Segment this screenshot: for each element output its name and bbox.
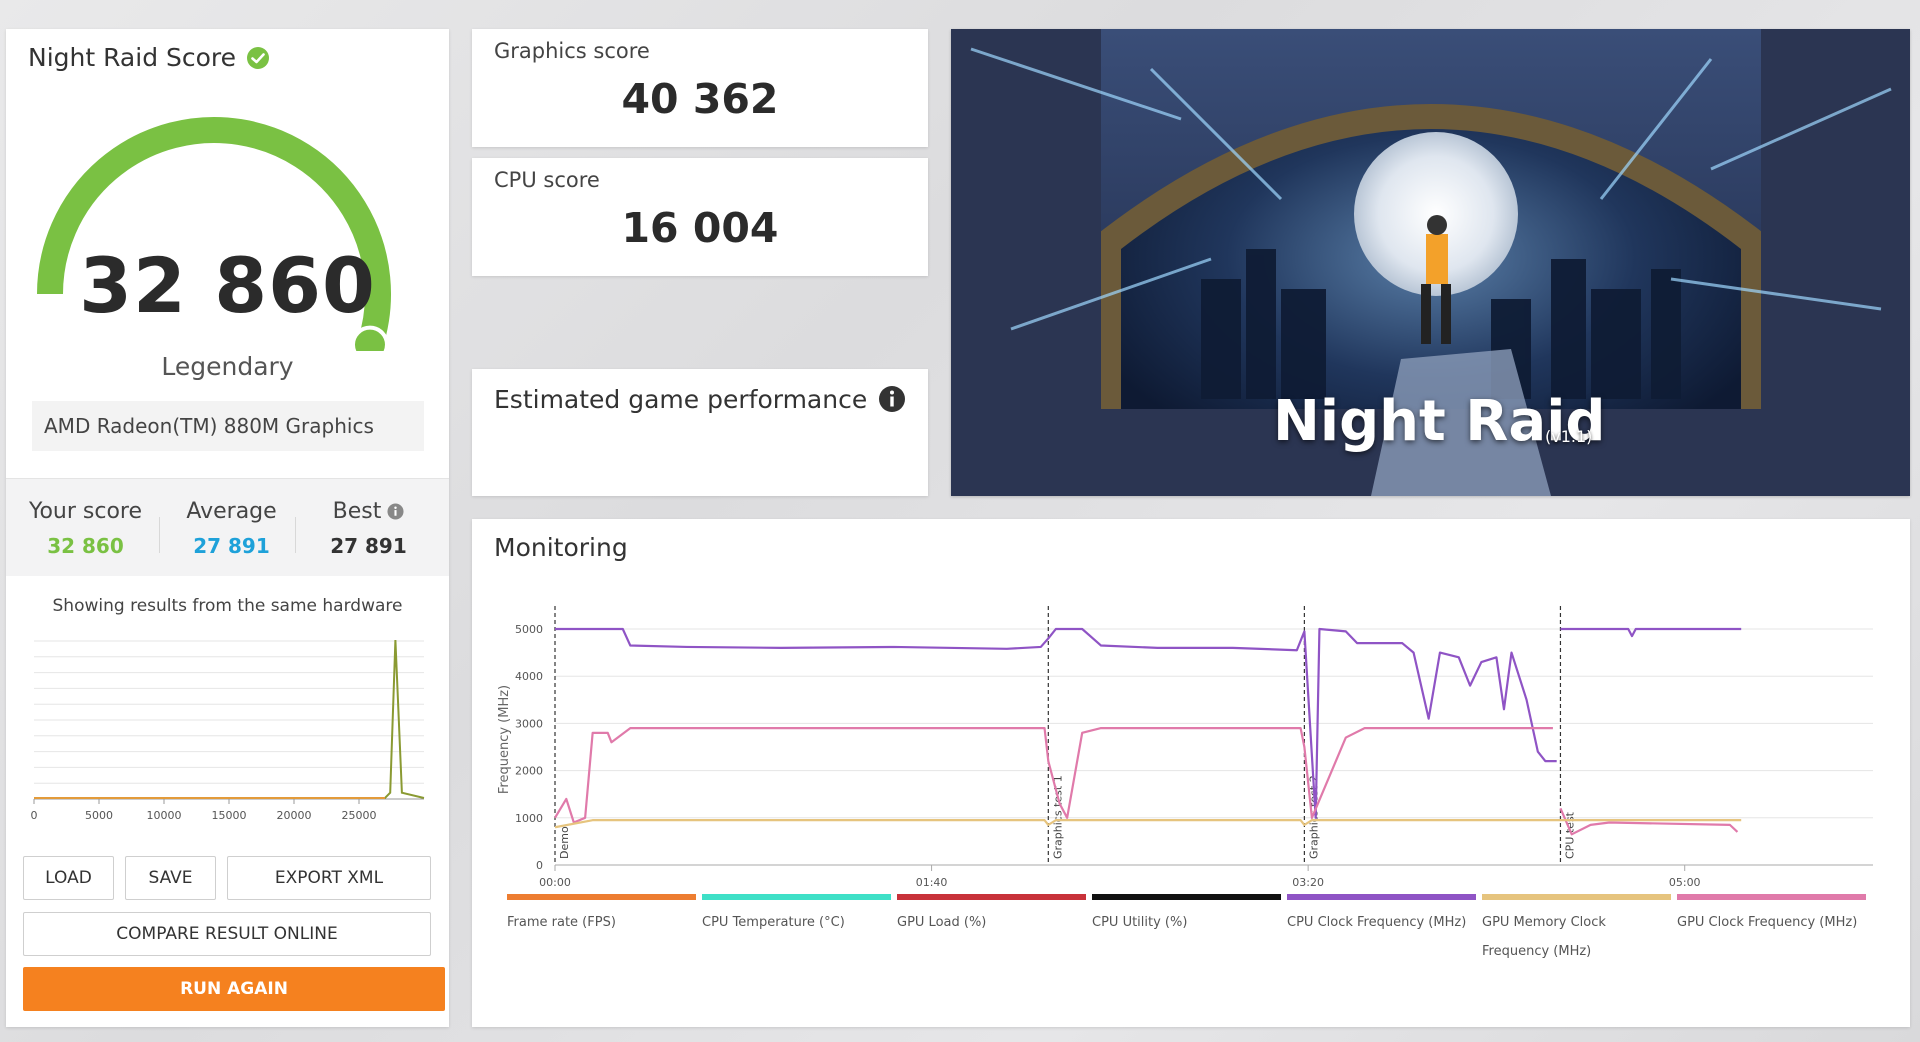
legend-item[interactable]: GPU Memory Clock Frequency (MHz): [1482, 894, 1677, 966]
separator: [159, 517, 160, 553]
cpu-score-value: 16 004: [621, 204, 779, 252]
cpu-score-card: CPU score 16 004: [472, 158, 928, 276]
series-line: [1559, 807, 1739, 836]
best-score-label: Best: [332, 499, 382, 524]
gauge-knob: [350, 325, 389, 351]
graphics-score-value: 40 362: [621, 75, 779, 123]
x-tick-label: 00:00: [539, 876, 571, 889]
best-score-value: 27 891: [330, 534, 407, 558]
best-score-label-row: Best: [311, 499, 426, 524]
legend-swatch: [507, 894, 696, 900]
main-score: 32 860: [79, 241, 376, 330]
legend-item[interactable]: CPU Utility (%): [1092, 894, 1287, 966]
estimated-game-performance-card: Estimated game performance: [472, 369, 928, 496]
monitoring-chart: 0 1000 2000 3000 4000 5000 Frequency (MHz) 00:0…: [497, 606, 1873, 889]
y-axis-label: Frequency (MHz): [497, 685, 512, 794]
your-score-col: Your score 32 860: [28, 499, 143, 558]
rank-label: Legendary: [161, 352, 294, 381]
cpu-score-label: CPU score: [494, 168, 600, 192]
legend-swatch: [1482, 894, 1671, 900]
x-tick-label: 03:20: [1292, 876, 1324, 889]
monitoring-panel: Monitoring 0 1000 2000 3000 4000 5000 Frequenc…: [472, 519, 1910, 1027]
check-circle-icon: [247, 46, 270, 69]
legend-item[interactable]: GPU Clock Frequency (MHz): [1677, 894, 1872, 966]
legend-label: GPU Clock Frequency (MHz): [1677, 915, 1858, 930]
score-panel: Night Raid Score 32 860 Legendary AMD Ra…: [6, 29, 449, 1027]
x-tick-label: 10000: [147, 809, 182, 822]
x-tick-label: 15000: [212, 809, 247, 822]
legend-swatch: [1287, 894, 1476, 900]
x-tick-label: 25000: [342, 809, 377, 822]
x-tick-label: 05:00: [1669, 876, 1701, 889]
monitoring-title: Monitoring: [494, 533, 628, 562]
x-tick-label: 0: [31, 809, 38, 822]
phase-marker-label: Demo: [558, 826, 571, 859]
average-score-value: 27 891: [193, 534, 270, 558]
score-comparison: Your score 32 860 Average 27 891 Best 27…: [6, 478, 449, 576]
legend-label: GPU Load (%): [897, 915, 987, 930]
legend-label: CPU Utility (%): [1092, 915, 1188, 930]
estimated-game-performance-title: Estimated game performance: [494, 385, 868, 414]
y-tick-label: 3000: [515, 717, 543, 730]
y-tick-label: 4000: [515, 670, 543, 683]
legend-label: Frame rate (FPS): [507, 915, 616, 930]
legend-item[interactable]: GPU Load (%): [897, 894, 1092, 966]
y-tick-label: 0: [536, 859, 543, 872]
score-title-row: Night Raid Score: [28, 43, 270, 72]
legend-item[interactable]: CPU Temperature (°C): [702, 894, 897, 966]
same-hardware-text: Showing results from the same hardware: [52, 596, 403, 616]
best-score-col: Best 27 891: [311, 499, 426, 558]
y-tick-label: 5000: [515, 623, 543, 636]
compare-result-online-button[interactable]: COMPARE RESULT ONLINE: [23, 912, 431, 956]
x-tick-label: 5000: [85, 809, 113, 822]
distribution-line: [34, 639, 425, 799]
export-xml-button[interactable]: EXPORT XML: [227, 856, 431, 900]
run-again-button[interactable]: RUN AGAIN: [23, 967, 445, 1011]
x-tick-label: 01:40: [916, 876, 948, 889]
legend-label: GPU Memory Clock Frequency (MHz): [1482, 915, 1606, 959]
score-title: Night Raid Score: [28, 43, 237, 72]
score-distribution-chart: 0 5000 10000 15000 20000 25000: [31, 639, 425, 822]
legend-item[interactable]: CPU Clock Frequency (MHz): [1287, 894, 1482, 966]
legend-swatch: [1092, 894, 1281, 900]
legend-swatch: [1677, 894, 1866, 900]
average-score-col: Average 27 891: [174, 499, 289, 558]
separator: [295, 517, 296, 553]
benchmark-banner: Night Raid (v1.1): [951, 29, 1910, 496]
y-tick-label: 2000: [515, 765, 543, 778]
monitoring-legend: Frame rate (FPS) CPU Temperature (°C) GPU …: [507, 894, 1887, 966]
load-button[interactable]: LOAD: [23, 856, 114, 900]
legend-item[interactable]: Frame rate (FPS): [507, 894, 702, 966]
your-score-value: 32 860: [47, 534, 124, 558]
y-tick-label: 1000: [515, 812, 543, 825]
info-icon[interactable]: [878, 385, 906, 413]
x-tick-label: 20000: [277, 809, 312, 822]
legend-label: CPU Clock Frequency (MHz): [1287, 915, 1467, 930]
series-line: [1560, 627, 1742, 638]
legend-swatch: [702, 894, 891, 900]
banner-version: (v1.1): [1545, 427, 1593, 446]
legend-swatch: [897, 894, 1086, 900]
info-icon[interactable]: [387, 503, 404, 520]
save-button[interactable]: SAVE: [125, 856, 216, 900]
gpu-name: AMD Radeon(TM) 880M Graphics: [32, 401, 424, 451]
graphics-score-label: Graphics score: [494, 39, 650, 63]
your-score-label: Your score: [28, 499, 143, 524]
average-score-label: Average: [186, 499, 277, 524]
graphics-score-card: Graphics score 40 362: [472, 29, 928, 147]
legend-label: CPU Temperature (°C): [702, 915, 845, 930]
phase-marker-label: Graphics test 1: [1051, 775, 1064, 859]
